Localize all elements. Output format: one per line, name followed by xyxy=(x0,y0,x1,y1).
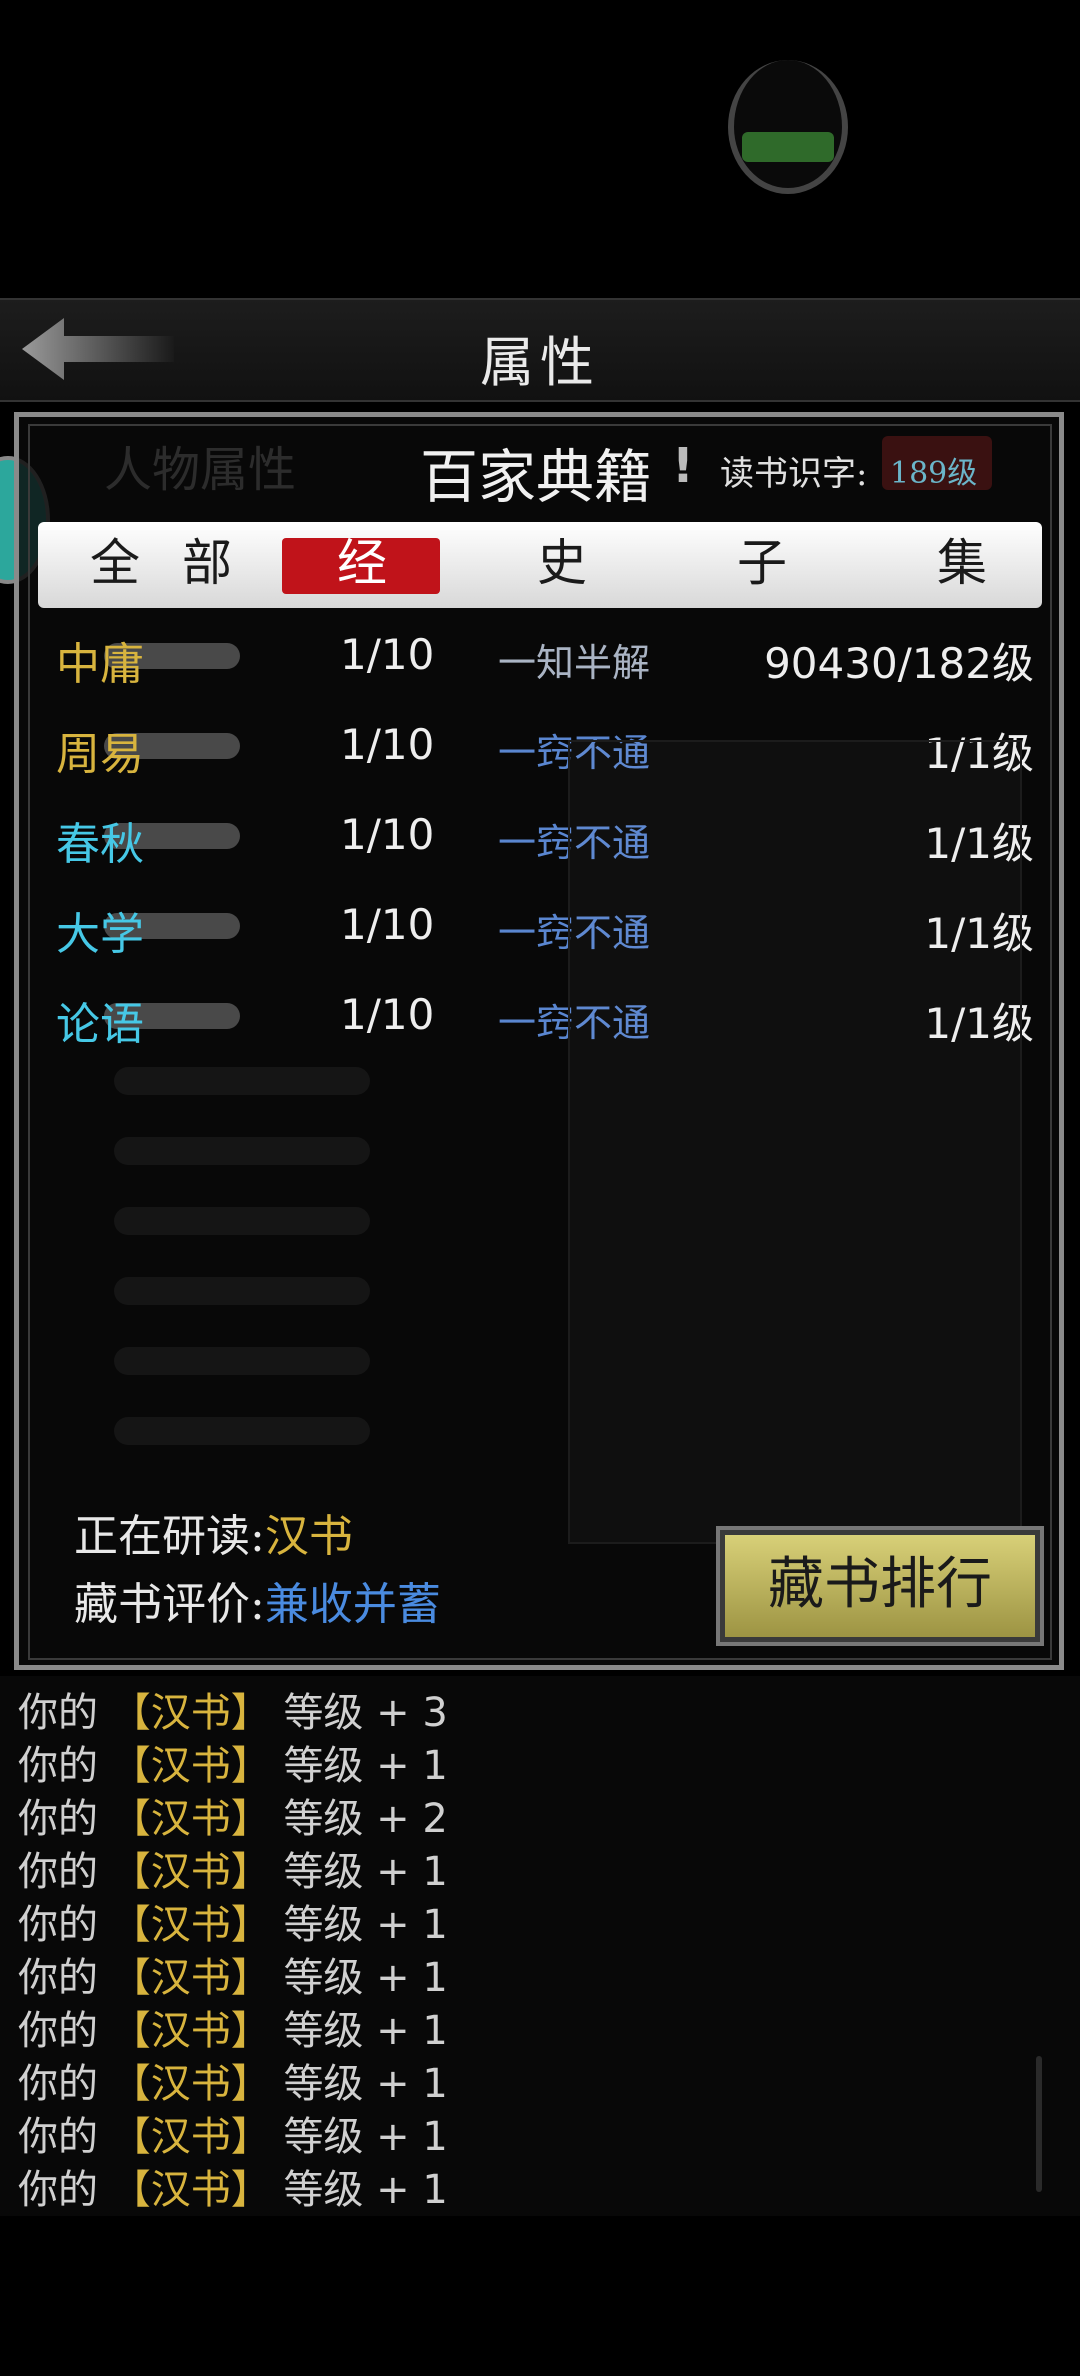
log-line: 你的 【汉书】 等级 + 1 xyxy=(18,2114,448,2160)
faded-row-bar xyxy=(114,1417,370,1445)
book-level: 90430/182级 xyxy=(764,639,1034,688)
book-name: 周易 xyxy=(56,729,144,780)
book-name: 论语 xyxy=(56,999,144,1050)
faded-row-bar xyxy=(114,1207,370,1235)
book-progress: 1/10 xyxy=(340,720,435,769)
book-ranking-button[interactable]: 藏书排行 xyxy=(720,1530,1040,1642)
faded-background-box xyxy=(568,740,1022,1544)
studying-value: 汉书 xyxy=(264,1511,353,1562)
book-name: 大学 xyxy=(56,909,144,960)
tab-all-2[interactable]: 部 xyxy=(172,530,242,596)
log-line: 你的 【汉书】 等级 + 1 xyxy=(18,1955,448,2001)
faded-row-bar xyxy=(114,1067,370,1095)
log-line: 你的 【汉书】 等级 + 1 xyxy=(18,2167,448,2213)
panel-title: 百家典籍 xyxy=(420,443,653,511)
reading-level-value: 189级 xyxy=(890,456,978,491)
log-line: 你的 【汉书】 等级 + 1 xyxy=(18,2061,448,2107)
tab-all-1[interactable]: 全 xyxy=(80,530,150,596)
studying-label: 正在研读: xyxy=(74,1511,265,1562)
tab-zi[interactable]: 子 xyxy=(722,530,802,596)
book-progress: 1/10 xyxy=(340,810,435,859)
faded-row-bar xyxy=(114,1137,370,1165)
faded-row-bar xyxy=(114,1277,370,1305)
rating-value: 兼收并蓄 xyxy=(264,1579,441,1630)
book-progress: 1/10 xyxy=(340,630,435,679)
page-title: 属性 xyxy=(480,331,600,394)
book-name: 春秋 xyxy=(56,819,144,870)
log-scrollbar[interactable] xyxy=(1036,2056,1042,2192)
rating-row: 藏书评价:兼收并蓄 xyxy=(74,1568,441,1632)
tab-shi[interactable]: 史 xyxy=(522,530,602,596)
book-progress: 1/10 xyxy=(340,900,435,949)
book-name: 中庸 xyxy=(56,639,144,690)
log-line: 你的 【汉书】 等级 + 1 xyxy=(18,1902,448,1948)
tab-ji[interactable]: 集 xyxy=(922,530,1002,596)
exclamation-icon[interactable]: ! xyxy=(672,438,694,494)
book-status: 一知半解 xyxy=(498,641,651,685)
log-line: 你的 【汉书】 等级 + 1 xyxy=(18,1743,448,1789)
faded-row-bar xyxy=(114,1347,370,1375)
studying-row: 正在研读:汉书 xyxy=(74,1500,353,1564)
log-line: 你的 【汉书】 等级 + 2 xyxy=(18,1796,448,1842)
log-line: 你的 【汉书】 等级 + 1 xyxy=(18,1849,448,1895)
top-round-button[interactable] xyxy=(728,60,848,194)
reading-skill-label: 读书识字: xyxy=(720,454,868,494)
log-line: 你的 【汉书】 等级 + 3 xyxy=(18,1690,448,1736)
tab-character-attributes[interactable]: 人物属性 xyxy=(104,430,296,500)
tab-jing[interactable]: 经 xyxy=(322,530,402,596)
log-line: 你的 【汉书】 等级 + 1 xyxy=(18,2008,448,2054)
book-progress: 1/10 xyxy=(340,990,435,1039)
rating-label: 藏书评价: xyxy=(74,1579,265,1630)
